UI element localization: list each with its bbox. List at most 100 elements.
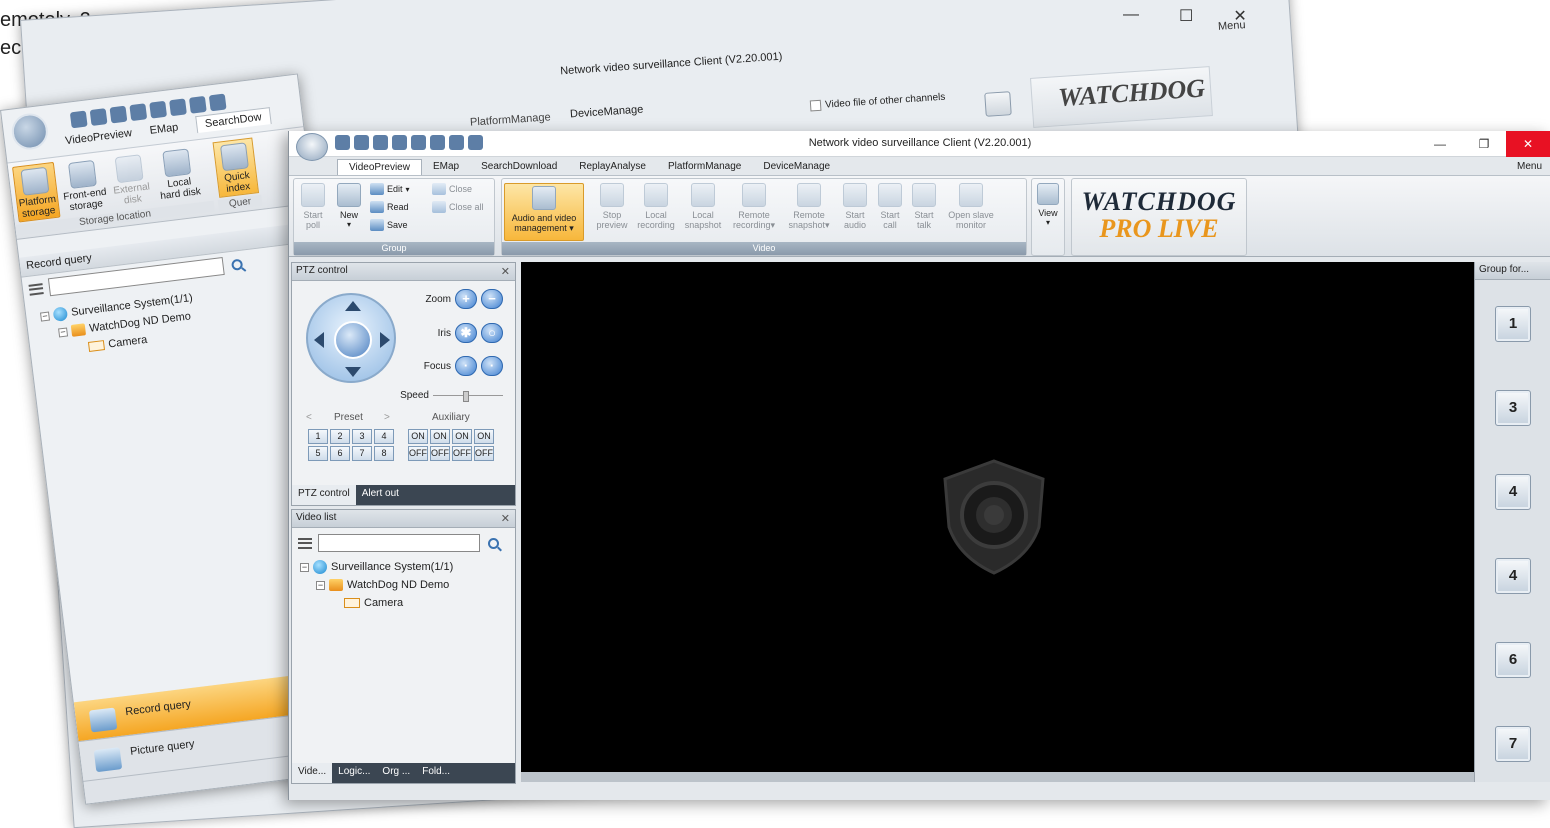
qat-icon[interactable]: [411, 135, 426, 150]
hamburger-icon[interactable]: [28, 282, 44, 296]
tab-org[interactable]: Org ...: [376, 763, 416, 783]
qat-icon[interactable]: [149, 100, 168, 119]
arrow-down-icon[interactable]: [345, 367, 361, 377]
preset-prev-icon[interactable]: <: [306, 412, 312, 423]
close-group-button[interactable]: Close: [432, 183, 472, 195]
start-audio-button[interactable]: Start audio: [840, 183, 870, 230]
save-button[interactable]: Save: [370, 219, 408, 231]
qat-icon[interactable]: [335, 135, 350, 150]
minimize-button[interactable]: —: [1418, 131, 1462, 157]
aux-off-button[interactable]: OFF: [408, 446, 428, 461]
gear-icon[interactable]: [208, 93, 227, 112]
tab-videopreview[interactable]: VideoPreview: [337, 159, 422, 175]
back-view-icon[interactable]: [984, 91, 1012, 117]
qat-icon[interactable]: [430, 135, 445, 150]
main-menu[interactable]: Menu: [1517, 161, 1542, 172]
aux-on-button[interactable]: ON: [474, 429, 494, 444]
tab-folder[interactable]: Fold...: [416, 763, 456, 783]
iris-close-button[interactable]: ○: [481, 323, 503, 343]
tab-devicemanage[interactable]: DeviceManage: [752, 159, 841, 175]
aux-on-button[interactable]: ON: [452, 429, 472, 444]
close-all-button[interactable]: Close all: [432, 201, 484, 213]
back-minimize-button[interactable]: —: [1123, 6, 1139, 44]
preset-button[interactable]: 7: [352, 446, 372, 461]
ptz-direction-pad[interactable]: [306, 293, 396, 383]
collapse-icon[interactable]: −: [39, 310, 50, 322]
group-button[interactable]: 4: [1495, 474, 1531, 510]
preset-button[interactable]: 3: [352, 429, 372, 444]
qat-icon[interactable]: [109, 105, 128, 124]
qat-icon[interactable]: [89, 108, 108, 126]
qat-icon[interactable]: [354, 135, 369, 150]
gear-icon[interactable]: [468, 135, 483, 150]
quick-index-button[interactable]: Quick index: [212, 137, 260, 198]
aux-off-button[interactable]: OFF: [452, 446, 472, 461]
local-snapshot-button[interactable]: Local snapshot: [682, 183, 724, 230]
qat-icon[interactable]: [188, 95, 207, 114]
close-icon[interactable]: ✕: [501, 265, 510, 278]
close-button[interactable]: ✕: [1506, 131, 1550, 157]
search-icon[interactable]: [488, 537, 499, 549]
edit-button[interactable]: Edit ▾: [370, 183, 410, 195]
speed-slider[interactable]: [433, 391, 503, 402]
preset-next-icon[interactable]: >: [384, 412, 390, 423]
close-icon[interactable]: ✕: [501, 512, 510, 525]
qat-icon[interactable]: [392, 135, 407, 150]
local-hard-disk-button[interactable]: Local hard disk: [151, 147, 205, 202]
hamburger-icon[interactable]: [298, 537, 312, 549]
remote-snapshot-button[interactable]: Remote snapshot▾: [784, 183, 834, 230]
zoom-in-button[interactable]: +: [455, 289, 477, 309]
tab-ptz-control[interactable]: PTZ control: [292, 485, 356, 505]
read-button[interactable]: Read: [370, 201, 409, 213]
tab-platformmanage[interactable]: PlatformManage: [657, 159, 752, 175]
preset-button[interactable]: 8: [374, 446, 394, 461]
local-recording-button[interactable]: Local recording: [634, 183, 678, 230]
group-button[interactable]: 3: [1495, 390, 1531, 426]
arrow-left-icon[interactable]: [314, 332, 324, 348]
tree-root[interactable]: − Surveillance System(1/1): [300, 558, 515, 576]
restore-button[interactable]: ❐: [1462, 131, 1506, 157]
video-list-search-input[interactable]: [318, 534, 480, 552]
collapse-icon[interactable]: −: [300, 562, 309, 572]
tab-video[interactable]: Vide...: [292, 763, 333, 783]
start-poll-button[interactable]: Start poll: [298, 183, 328, 230]
left-tab-emap[interactable]: EMap: [149, 121, 179, 138]
stop-preview-button[interactable]: Stop preview: [594, 183, 630, 230]
aux-off-button[interactable]: OFF: [474, 446, 494, 461]
preset-button[interactable]: 6: [330, 446, 350, 461]
qat-icon[interactable]: [373, 135, 388, 150]
video-display[interactable]: [521, 262, 1474, 772]
group-button[interactable]: 1: [1495, 306, 1531, 342]
view-button[interactable]: View ▾: [1035, 183, 1061, 228]
arrow-right-icon[interactable]: [380, 332, 390, 348]
tab-searchdownload[interactable]: SearchDownload: [470, 159, 568, 175]
frontend-storage-button[interactable]: Front-end storage: [58, 159, 110, 214]
aux-on-button[interactable]: ON: [408, 429, 428, 444]
group-button[interactable]: 6: [1495, 642, 1531, 678]
tab-emap[interactable]: EMap: [422, 159, 470, 175]
start-talk-button[interactable]: Start talk: [910, 183, 938, 230]
qat-icon[interactable]: [129, 103, 148, 122]
iris-open-button[interactable]: ✱: [455, 323, 477, 343]
preset-button[interactable]: 1: [308, 429, 328, 444]
qat-icon[interactable]: [169, 98, 187, 117]
qat-icon[interactable]: [69, 110, 88, 129]
collapse-icon[interactable]: −: [58, 326, 69, 337]
audio-video-management-button[interactable]: Audio and video management ▾: [504, 183, 584, 241]
tab-replayanalyse[interactable]: ReplayAnalyse: [568, 159, 657, 175]
tree-device[interactable]: − WatchDog ND Demo: [300, 576, 515, 594]
focus-near-button[interactable]: ·: [455, 356, 477, 376]
lock-icon[interactable]: [334, 321, 372, 359]
preset-button[interactable]: 5: [308, 446, 328, 461]
back-maximize-button[interactable]: ☐: [1179, 6, 1193, 44]
aux-off-button[interactable]: OFF: [430, 446, 450, 461]
tab-logic[interactable]: Logic...: [332, 763, 376, 783]
remote-recording-button[interactable]: Remote recording▾: [728, 183, 780, 230]
preset-button[interactable]: 4: [374, 429, 394, 444]
back-menu[interactable]: Menu: [1218, 19, 1246, 33]
aux-on-button[interactable]: ON: [430, 429, 450, 444]
external-disk-button[interactable]: External disk: [106, 153, 156, 208]
zoom-out-button[interactable]: −: [481, 289, 503, 309]
focus-far-button[interactable]: ·: [481, 356, 503, 376]
collapse-icon[interactable]: −: [316, 580, 325, 590]
